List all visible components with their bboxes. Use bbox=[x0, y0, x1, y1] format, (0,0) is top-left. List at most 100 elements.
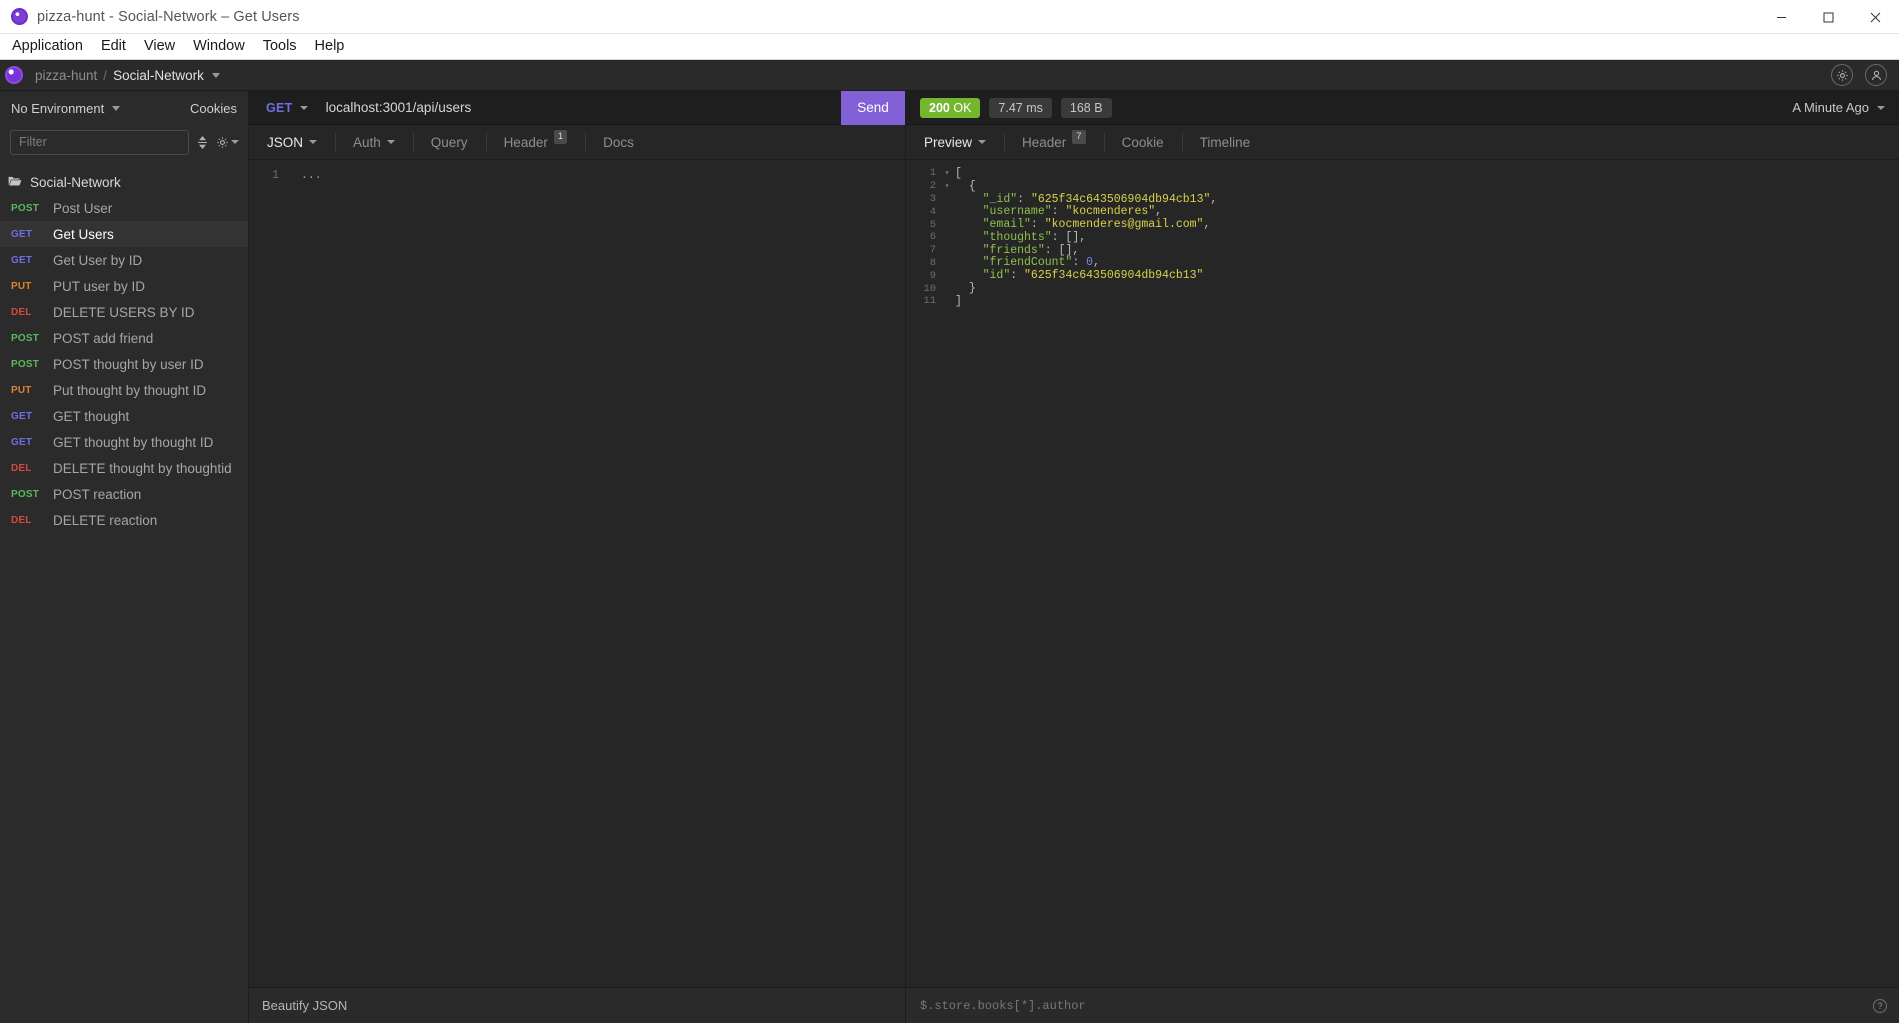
sidebar: No Environment Cookies Social-Network P bbox=[0, 91, 249, 1023]
json-line-content: { bbox=[968, 179, 976, 193]
request-footer: Beautify JSON bbox=[249, 987, 905, 1023]
url-bar: GET localhost:3001/api/users Send bbox=[249, 90, 905, 125]
chevron-down-icon bbox=[112, 105, 121, 111]
request-name: DELETE reaction bbox=[53, 512, 158, 528]
search-input[interactable] bbox=[10, 129, 189, 155]
menu-tools[interactable]: Tools bbox=[254, 36, 306, 57]
method-badge: DEL bbox=[11, 306, 32, 318]
chevron-down-icon bbox=[231, 140, 239, 144]
request-item-post-user[interactable]: POST Post User bbox=[0, 195, 248, 221]
tab-label: Docs bbox=[603, 134, 634, 150]
request-list[interactable]: POST Post User GET Get Users GET Get Use… bbox=[0, 195, 248, 1023]
send-button[interactable]: Send bbox=[841, 90, 905, 125]
request-item-put-thought-by-thought-id[interactable]: PUT Put thought by thought ID bbox=[0, 377, 248, 403]
request-item-post-add-friend[interactable]: POST POST add friend bbox=[0, 325, 248, 351]
menu-application[interactable]: Application bbox=[3, 36, 92, 57]
json-line: 7 "friends": [], bbox=[906, 244, 1899, 257]
line-number: 6 bbox=[929, 231, 936, 244]
jsonpath-filter-input[interactable]: $.store.books[*].author bbox=[920, 999, 1086, 1013]
folder-social-network[interactable]: Social-Network bbox=[0, 169, 248, 195]
tab-label: Preview bbox=[924, 134, 973, 150]
request-item-post-thought-by-user-id[interactable]: POST POST thought by user ID bbox=[0, 351, 248, 377]
method-badge: POST bbox=[11, 358, 40, 370]
editor-line: 1 ... bbox=[249, 167, 905, 183]
response-history-selector[interactable]: A Minute Ago bbox=[1792, 100, 1885, 115]
json-line-content: "username": "kocmenderes", bbox=[982, 205, 1163, 219]
response-size[interactable]: 168 B bbox=[1060, 97, 1112, 118]
tab-docs[interactable]: Docs bbox=[585, 125, 652, 159]
method-badge: POST bbox=[11, 332, 40, 344]
request-item-put-user-by-id[interactable]: PUT PUT user by ID bbox=[0, 273, 248, 299]
response-tabs: Preview Header 7 Cookie Timeline bbox=[906, 125, 1899, 160]
new-request-gear-icon[interactable] bbox=[216, 136, 239, 149]
menu-edit[interactable]: Edit bbox=[92, 36, 135, 57]
json-line-content: ] bbox=[955, 294, 962, 308]
response-pane: 200 OK 7.47 ms 168 B A Minute Ago Previe… bbox=[906, 91, 1899, 1023]
request-item-delete-reaction[interactable]: DEL DELETE reaction bbox=[0, 507, 248, 533]
minimize-button[interactable] bbox=[1758, 0, 1805, 34]
chevron-down-icon bbox=[309, 140, 318, 144]
tab-timeline[interactable]: Timeline bbox=[1181, 125, 1269, 159]
beautify-json-button[interactable]: Beautify JSON bbox=[262, 998, 347, 1013]
chevron-down-icon bbox=[978, 140, 987, 144]
json-line: 4 "username": "kocmenderes", bbox=[906, 205, 1899, 218]
workspace: No Environment Cookies Social-Network P bbox=[0, 90, 1899, 1023]
user-avatar-icon[interactable] bbox=[1865, 64, 1887, 86]
fold-toggle-icon[interactable]: ▾ bbox=[942, 168, 952, 178]
menu-view[interactable]: View bbox=[135, 36, 184, 57]
tab-response-header[interactable]: Header 7 bbox=[1004, 125, 1104, 159]
request-item-delete-users-by-id[interactable]: DEL DELETE USERS BY ID bbox=[0, 299, 248, 325]
line-number: 10 bbox=[923, 282, 936, 295]
environment-row: No Environment Cookies bbox=[0, 91, 248, 125]
header-count-badge: 7 bbox=[1072, 130, 1086, 144]
url-input[interactable]: localhost:3001/api/users bbox=[322, 100, 841, 115]
method-selector[interactable]: GET bbox=[249, 101, 322, 115]
app-header: pizza-hunt / Social-Network bbox=[0, 60, 1899, 91]
tab-query[interactable]: Query bbox=[412, 125, 486, 159]
environment-label: No Environment bbox=[11, 100, 105, 116]
breadcrumb-workspace[interactable]: Social-Network bbox=[113, 68, 204, 83]
close-button[interactable] bbox=[1852, 0, 1899, 34]
tab-label: Cookie bbox=[1121, 134, 1164, 150]
request-item-get-thought-by-thought-id[interactable]: GET GET thought by thought ID bbox=[0, 429, 248, 455]
request-item-post-reaction[interactable]: POST POST reaction bbox=[0, 481, 248, 507]
cookies-button[interactable]: Cookies bbox=[190, 101, 237, 116]
request-item-get-users[interactable]: GET Get Users bbox=[0, 221, 248, 247]
tab-auth[interactable]: Auth bbox=[335, 125, 413, 159]
maximize-button[interactable] bbox=[1805, 0, 1852, 34]
folder-label: Social-Network bbox=[30, 174, 121, 190]
request-tabs: JSON Auth Query Header 1 Docs bbox=[249, 125, 905, 160]
menu-help[interactable]: Help bbox=[306, 36, 354, 57]
menu-window[interactable]: Window bbox=[184, 36, 254, 57]
chevron-down-icon[interactable] bbox=[211, 72, 220, 78]
method-badge: GET bbox=[11, 228, 33, 240]
insomnia-orb-icon bbox=[11, 8, 28, 25]
json-line: 6 "thoughts": [], bbox=[906, 231, 1899, 244]
json-line: 2 ▾ { bbox=[906, 180, 1899, 193]
response-body-viewer[interactable]: 1 ▾[2 ▾ {3 "_id": "625f34c643506904db94cb1… bbox=[906, 160, 1899, 987]
line-number: 8 bbox=[929, 256, 936, 269]
response-time[interactable]: 7.47 ms bbox=[989, 97, 1052, 118]
tab-cookie[interactable]: Cookie bbox=[1103, 125, 1182, 159]
window-controls bbox=[1758, 0, 1899, 34]
response-footer: $.store.books[*].author ? bbox=[906, 987, 1899, 1023]
json-line-content: "id": "625f34c643506904db94cb13" bbox=[982, 269, 1204, 283]
request-body-editor[interactable]: 1 ... bbox=[249, 160, 905, 987]
method-label: GET bbox=[266, 100, 293, 115]
environment-selector[interactable]: No Environment bbox=[11, 100, 121, 116]
request-item-delete-thought-by-thoughtid[interactable]: DEL DELETE thought by thoughtid bbox=[0, 455, 248, 481]
tab-preview[interactable]: Preview bbox=[906, 125, 1004, 159]
question-mark-icon[interactable]: ? bbox=[1873, 998, 1887, 1013]
gear-icon[interactable] bbox=[1831, 64, 1853, 86]
tab-header[interactable]: Header 1 bbox=[485, 125, 586, 159]
request-item-get-user-by-id[interactable]: GET Get User by ID bbox=[0, 247, 248, 273]
fold-toggle-icon[interactable]: ▾ bbox=[942, 181, 952, 191]
tab-json[interactable]: JSON bbox=[249, 125, 335, 159]
sort-updown-icon[interactable] bbox=[197, 131, 208, 153]
request-name: GET thought bbox=[53, 408, 130, 424]
request-name: POST reaction bbox=[53, 486, 142, 502]
status-badge[interactable]: 200 OK bbox=[920, 97, 981, 118]
request-name: Put thought by thought ID bbox=[53, 382, 207, 398]
request-item-get-thought[interactable]: GET GET thought bbox=[0, 403, 248, 429]
line-number: 11 bbox=[923, 295, 936, 308]
